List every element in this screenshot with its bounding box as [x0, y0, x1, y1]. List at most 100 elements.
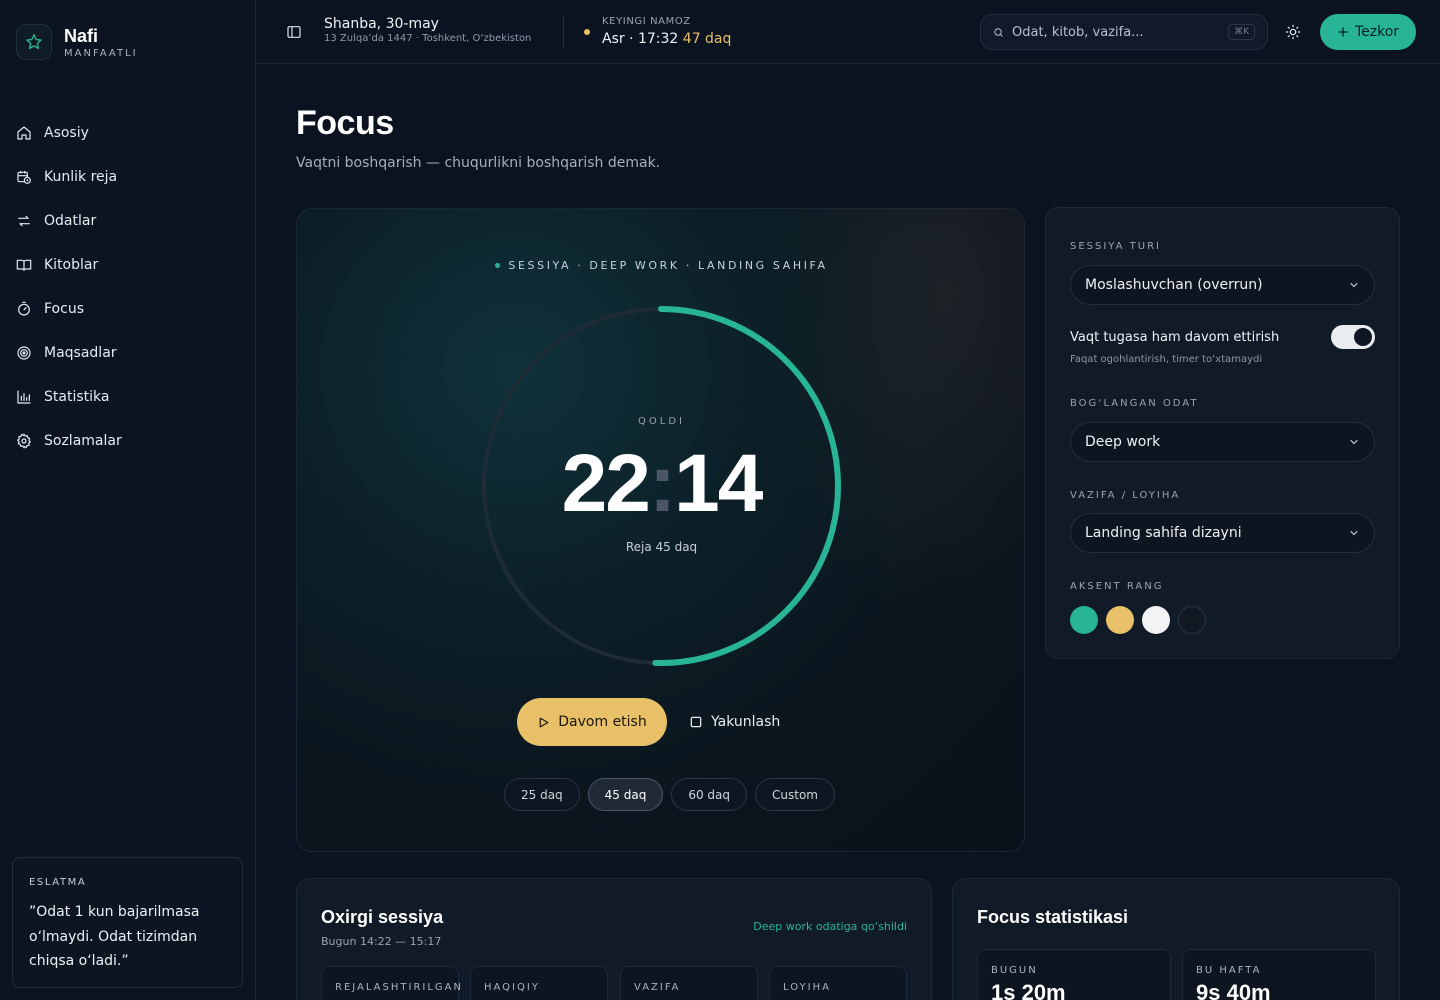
timer-icon	[18, 301, 30, 316]
sidebar-item-odatlar[interactable]: Odatlar	[0, 199, 256, 243]
sidebar-item-asosiy[interactable]: Asosiy	[0, 111, 256, 155]
toggle-knob	[1354, 328, 1372, 346]
last-session-time: Bugun 14:22 — 15:17	[321, 935, 442, 948]
sidebar-item-sozlamalar[interactable]: Sozlamalar	[0, 419, 256, 463]
linked-habit-select[interactable]: Deep work	[1070, 422, 1375, 462]
chevron-down-icon	[1350, 282, 1358, 288]
finish-button[interactable]: Yakunlash	[689, 698, 799, 746]
sidebar-toggle-icon[interactable]	[286, 24, 302, 40]
sidebar-item-label: Kunlik reja	[44, 169, 118, 185]
session-active-dot	[495, 262, 501, 268]
sidebar-item-label: Maqsadlar	[44, 345, 117, 361]
accent-swatch-white[interactable]	[1142, 606, 1170, 634]
sidebar-item-label: Focus	[44, 301, 84, 317]
sidebar-item-focus[interactable]: Focus	[0, 287, 256, 331]
sidebar-item-label: Odatlar	[44, 213, 97, 229]
preset-25-button[interactable]: 25 daq	[504, 778, 580, 811]
theme-toggle-sun-icon[interactable]	[1285, 24, 1301, 40]
last-session-title: Oxirgi sessiya	[321, 907, 444, 927]
countdown-seconds: 14	[674, 438, 763, 529]
linked-habit-value: Deep work	[1085, 434, 1161, 450]
page-title: Focus	[296, 104, 394, 142]
preset-custom-button[interactable]: Custom	[755, 778, 835, 811]
countdown-clock: 22:14	[297, 437, 1024, 531]
star-logo-icon	[16, 24, 52, 60]
brand-subtitle: MANFAATLI	[64, 47, 138, 59]
search-shortcut: ⌘K	[1228, 24, 1255, 40]
search-box[interactable]: ⌘K	[980, 14, 1268, 50]
chevron-down-icon	[1350, 439, 1358, 445]
duration-presets: 25 daq 45 daq 60 daq Custom	[504, 778, 835, 811]
overrun-toggle[interactable]	[1331, 325, 1375, 349]
brand[interactable]: Nafi MANFAATLI	[16, 24, 138, 60]
sidebar-item-statistika[interactable]: Statistika	[0, 375, 256, 419]
brand-name: Nafi	[64, 25, 99, 46]
preset-45-button[interactable]: 45 daq	[587, 778, 664, 811]
task-project-value: Landing sahifa dizayni	[1085, 525, 1242, 541]
reminder-card: ESLATMA ”Odat 1 kun bajarilmasa o‘lmaydi…	[12, 857, 243, 988]
top-header: Shanba, 30-may 13 Zulqa’da 1447 · Toshke…	[256, 0, 1440, 64]
task-project-select[interactable]: Landing sahifa dizayni	[1070, 513, 1375, 553]
remaining-label: QOLDI	[638, 416, 685, 427]
planned-duration: Reja 45 daq	[625, 540, 698, 554]
actual-label: HAQIQIY	[484, 982, 540, 993]
overrun-toggle-title: Vaqt tugasa ham davom ettirish	[1070, 330, 1280, 345]
search-input[interactable]	[1012, 24, 1221, 40]
finish-label: Yakunlash	[711, 714, 781, 730]
sidebar: Nafi MANFAATLI Asosiy Kunlik reja Odatla…	[0, 0, 256, 1000]
planned-label: REJALASHTIRILGAN	[335, 982, 463, 993]
gear-icon	[16, 433, 32, 449]
calendar-clock-icon	[17, 171, 31, 184]
stat-week-label: BU HAFTA	[1196, 965, 1262, 976]
focus-timer-card: SESSIYA · DEEP WORK · LANDING SAHIFA QOL…	[296, 208, 1025, 852]
stat-today-value: 1s 20m	[991, 980, 1066, 1000]
accent-swatch-gold[interactable]	[1106, 606, 1134, 634]
sidebar-item-label: Sozlamalar	[44, 433, 122, 449]
sidebar-item-label: Kitoblar	[44, 257, 99, 273]
accent-color-label: AKSENT RANG	[1070, 581, 1164, 592]
book-icon	[16, 259, 32, 271]
linked-habit-link[interactable]: Deep work odatiga qo‘shildi	[753, 920, 907, 933]
quick-add-button[interactable]: Tezkor	[1320, 14, 1416, 50]
accent-swatch-dark[interactable]	[1178, 606, 1206, 634]
resume-button[interactable]: Davom etish	[517, 698, 667, 746]
session-tag: SESSIYA · DEEP WORK · LANDING SAHIFA	[297, 259, 1024, 272]
sidebar-item-kunlik-reja[interactable]: Kunlik reja	[0, 155, 256, 199]
stat-today: BUGUN 1s 20m	[977, 949, 1171, 1000]
quick-add-label: Tezkor	[1354, 24, 1400, 40]
task-column: VAZIFA	[620, 966, 758, 1000]
project-column: LOYIHA	[769, 966, 907, 1000]
bar-chart-icon	[17, 390, 31, 404]
next-prayer-remaining: 47 daq	[682, 31, 732, 47]
app-root: Nafi MANFAATLI Asosiy Kunlik reja Odatla…	[0, 0, 1440, 1000]
accent-swatch-teal[interactable]	[1070, 606, 1098, 634]
search-icon	[994, 27, 1003, 37]
sidebar-item-maqsadlar[interactable]: Maqsadlar	[0, 331, 256, 375]
date-main: Shanba, 30-may	[324, 16, 439, 32]
overrun-toggle-hint: Faqat ogohlantirish, timer to‘xtamaydi	[1070, 354, 1263, 365]
actual-column: HAQIQIY	[470, 966, 608, 1000]
next-prayer-value: Asr · 17:32 47 daq	[602, 31, 731, 47]
sidebar-item-kitoblar[interactable]: Kitoblar	[0, 243, 256, 287]
stop-square-icon	[690, 716, 702, 728]
task-project-label: VAZIFA / LOYIHA	[1070, 490, 1181, 501]
target-icon	[17, 346, 31, 360]
countdown-minutes: 22	[561, 438, 651, 529]
resume-label: Davom etish	[558, 714, 647, 730]
repeat-icon	[18, 215, 30, 227]
next-prayer-label: KEYINGI NAMOZ	[602, 16, 691, 27]
stat-week: BU HAFTA 9s 40m	[1182, 949, 1376, 1000]
session-tag-text: SESSIYA · DEEP WORK · LANDING SAHIFA	[508, 259, 828, 272]
header-divider	[563, 16, 564, 48]
date-hijri-location: 13 Zulqa’da 1447 · Toshkent, O‘zbekiston	[324, 33, 532, 44]
focus-stats-title: Focus statistikasi	[977, 907, 1129, 927]
prayer-status-dot	[584, 29, 590, 35]
accent-swatches	[1070, 606, 1206, 634]
planned-column: REJALASHTIRILGAN	[321, 966, 461, 1000]
preset-60-button[interactable]: 60 daq	[671, 778, 748, 811]
stat-week-value: 9s 40m	[1196, 980, 1271, 1000]
sidebar-item-label: Asosiy	[44, 125, 89, 141]
reminder-quote: ”Odat 1 kun bajarilmasa o‘lmaydi. Odat t…	[29, 904, 200, 969]
session-type-select[interactable]: Moslashuvchan (overrun)	[1070, 265, 1375, 305]
session-settings-card: SESSIYA TURI Moslashuvchan (overrun) Vaq…	[1045, 207, 1400, 659]
